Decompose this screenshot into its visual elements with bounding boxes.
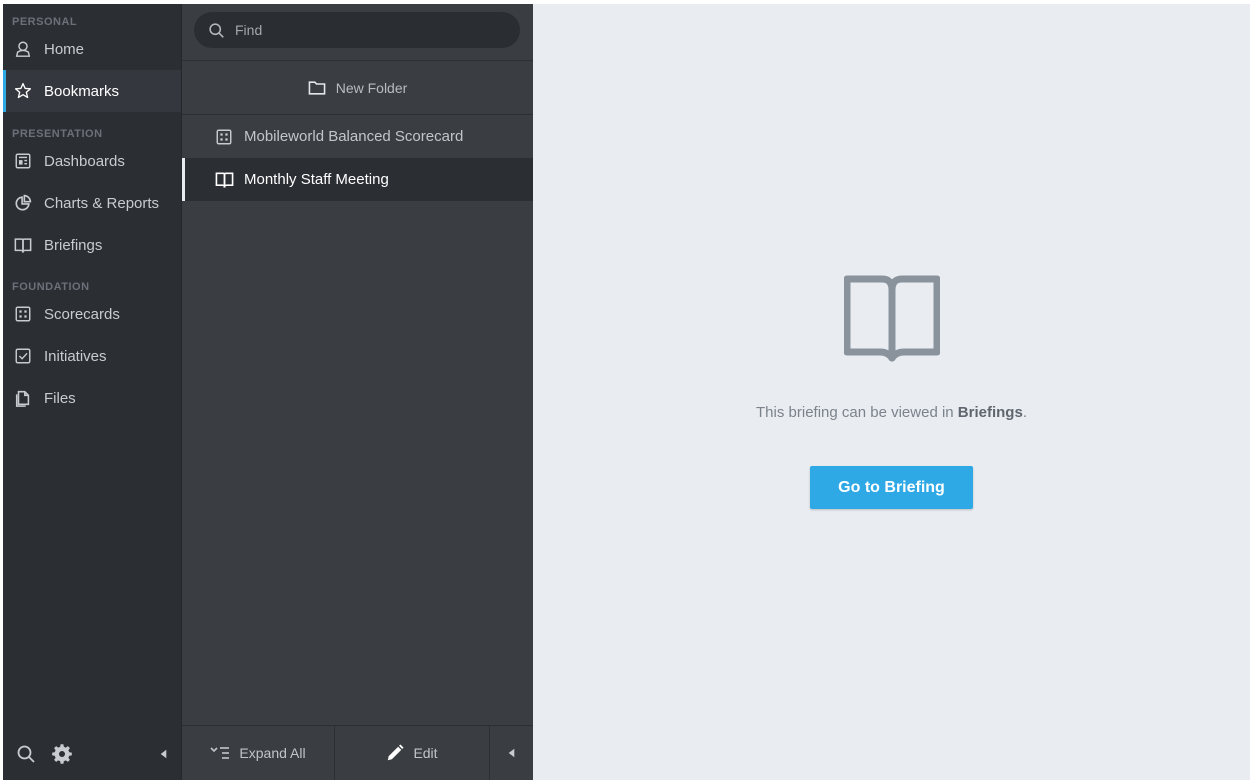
sidebar-item-label: Initiatives	[44, 347, 107, 365]
search-bar	[182, 4, 533, 61]
go-to-briefing-button[interactable]: Go to Briefing	[810, 466, 973, 509]
sidebar-item-label: Home	[44, 40, 85, 58]
book-icon	[214, 170, 234, 190]
briefing-info-text: This briefing can be viewed in Briefings…	[756, 404, 1027, 421]
star-icon	[13, 81, 33, 101]
info-text-bold: Briefings	[957, 404, 1023, 421]
new-folder-label: New Folder	[335, 79, 408, 96]
triangle-left-icon	[508, 748, 515, 758]
bookmarks-panel: New Folder Mobileworld Balanced Scorecar…	[181, 4, 533, 780]
sidebar-item-label: Files	[44, 389, 76, 407]
section-header-presentation: PRESENTATION	[12, 128, 103, 140]
new-folder-button[interactable]: New Folder	[182, 61, 533, 115]
files-icon	[13, 388, 33, 408]
app-window: PERSONAL Home Bookmarks PRESENTATION Das…	[3, 4, 1250, 780]
collapse-sidebar-icon[interactable]	[160, 746, 167, 764]
sidebar-footer	[3, 728, 181, 780]
panel-footer: Expand All Edit	[182, 725, 533, 780]
sidebar-item-label: Bookmarks	[44, 82, 120, 100]
sidebar-item-label: Charts & Reports	[44, 194, 160, 212]
pencil-icon	[386, 744, 404, 762]
scorecard-icon	[214, 127, 234, 147]
sidebar-item-scorecards[interactable]: Scorecards	[3, 293, 181, 335]
info-text-prefix: This briefing can be viewed in	[756, 404, 958, 421]
expand-all-button[interactable]: Expand All	[182, 726, 335, 780]
pie-chart-icon	[13, 193, 33, 213]
expand-all-label: Expand All	[239, 745, 306, 761]
list-item-label: Mobileworld Balanced Scorecard	[244, 128, 464, 145]
gear-icon[interactable]	[51, 743, 73, 765]
sidebar-item-files[interactable]: Files	[3, 377, 181, 419]
sidebar-item-initiatives[interactable]: Initiatives	[3, 335, 181, 377]
search-icon	[208, 22, 225, 39]
sidebar-item-charts-reports[interactable]: Charts & Reports	[3, 182, 181, 224]
edit-button[interactable]: Edit	[335, 726, 490, 780]
briefing-empty-state: This briefing can be viewed in Briefings…	[533, 274, 1250, 509]
section-header-personal: PERSONAL	[12, 16, 78, 28]
sidebar-item-label: Dashboards	[44, 152, 125, 170]
sidebar-item-dashboards[interactable]: Dashboards	[3, 140, 181, 182]
list-item[interactable]: Monthly Staff Meeting	[182, 158, 533, 201]
search-icon[interactable]	[15, 743, 37, 765]
edit-label: Edit	[413, 745, 438, 761]
content-area: This briefing can be viewed in Briefings…	[533, 4, 1250, 780]
folder-icon	[308, 80, 326, 96]
search-input[interactable]	[235, 22, 495, 38]
sidebar-item-home[interactable]: Home	[3, 28, 181, 70]
sidebar-item-label: Scorecards	[44, 305, 120, 323]
info-text-suffix: .	[1022, 404, 1027, 421]
checkbox-icon	[13, 346, 33, 366]
sidebar-item-bookmarks[interactable]: Bookmarks	[3, 70, 181, 112]
user-icon	[13, 39, 33, 59]
search-box[interactable]	[194, 12, 520, 48]
book-icon	[843, 275, 940, 362]
scorecard-icon	[13, 304, 33, 324]
list-item-label: Monthly Staff Meeting	[244, 171, 389, 188]
dashboard-icon	[13, 151, 33, 171]
section-header-foundation: FOUNDATION	[12, 281, 90, 293]
book-icon	[13, 235, 33, 255]
expand-all-icon	[210, 746, 230, 760]
sidebar-item-briefings[interactable]: Briefings	[3, 224, 181, 266]
collapse-panel-button[interactable]	[490, 726, 533, 780]
sidebar-item-label: Briefings	[44, 236, 103, 254]
sidebar: PERSONAL Home Bookmarks PRESENTATION Das…	[3, 4, 181, 780]
list-item[interactable]: Mobileworld Balanced Scorecard	[182, 115, 533, 158]
